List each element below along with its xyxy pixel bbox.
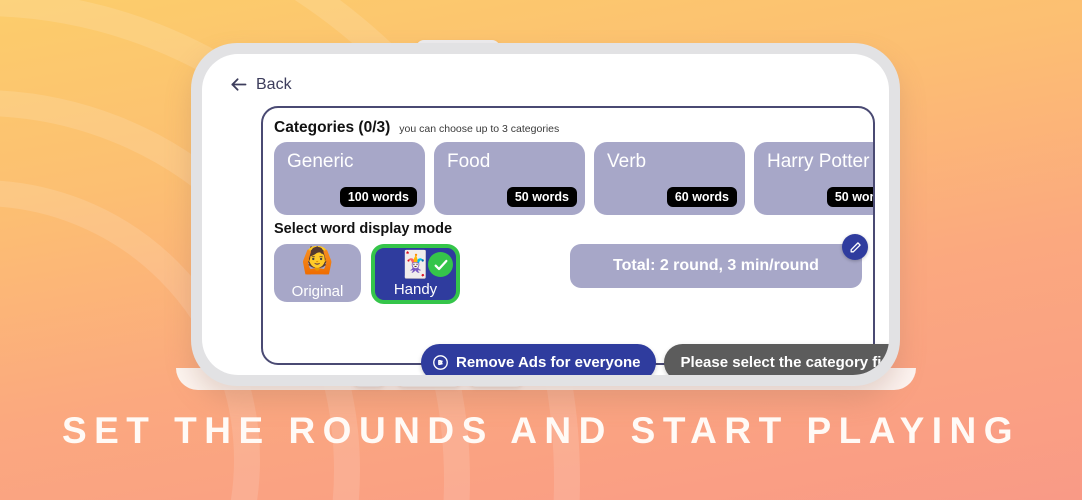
select-category-button[interactable]: Please select the category first. — [663, 344, 889, 375]
category-card[interactable]: Harry Potter 50 words — [754, 142, 873, 215]
poster-stage: Back Categories (0/3) you can choose up … — [0, 0, 1082, 500]
total-rounds-container: Total: 2 round, 3 min/round — [570, 234, 868, 288]
edit-rounds-button[interactable] — [842, 234, 868, 260]
categories-hint: you can choose up to 3 categories — [399, 123, 560, 135]
select-category-label: Please select the category first. — [680, 354, 889, 371]
category-name: Generic — [287, 151, 354, 172]
back-button[interactable]: Back — [228, 74, 292, 95]
total-rounds-pill[interactable]: Total: 2 round, 3 min/round — [570, 244, 862, 288]
categories-header: Categories (0/3) you can choose up to 3 … — [274, 119, 559, 137]
phone-device-frame: Back Categories (0/3) you can choose up … — [191, 43, 900, 386]
category-word-count-badge: 60 words — [666, 187, 737, 207]
category-name: Harry Potter — [767, 151, 870, 172]
display-mode-title: Select word display mode — [274, 221, 453, 237]
arrow-left-icon — [228, 74, 249, 95]
display-mode-option-original[interactable]: 🙆 Original — [274, 244, 361, 302]
category-card-list[interactable]: Generic 100 words Food 50 words Verb 60 … — [274, 142, 873, 215]
phone-screen: Back Categories (0/3) you can choose up … — [202, 54, 889, 375]
remove-ads-label: Remove Ads for everyone — [456, 354, 641, 371]
display-mode-option-handy[interactable]: 🃏 Handy — [371, 244, 460, 304]
category-name: Food — [447, 151, 491, 172]
category-card[interactable]: Generic 100 words — [274, 142, 425, 215]
pencil-icon — [849, 241, 862, 254]
display-mode-label: Original — [291, 283, 344, 300]
category-card[interactable]: Verb 60 words — [594, 142, 745, 215]
category-word-count-badge: 100 words — [339, 187, 417, 207]
poster-caption: SET THE ROUNDS AND START PLAYING — [61, 410, 1021, 451]
no-ads-icon — [432, 354, 449, 371]
categories-title: Categories (0/3) — [274, 119, 391, 136]
charades-person-icon: 🙆 — [301, 245, 334, 275]
check-icon — [428, 252, 453, 277]
display-mode-label: Handy — [393, 281, 438, 298]
back-label: Back — [256, 75, 292, 93]
category-name: Verb — [607, 151, 647, 172]
bottom-action-row: Remove Ads for everyone Please select th… — [421, 344, 889, 375]
remove-ads-button[interactable]: Remove Ads for everyone — [421, 344, 656, 375]
category-word-count-badge: 50 words — [826, 187, 873, 207]
category-word-count-badge: 50 words — [506, 187, 577, 207]
settings-panel: Categories (0/3) you can choose up to 3 … — [261, 106, 875, 365]
display-mode-options: 🙆 Original 🃏 Handy — [274, 244, 460, 304]
category-card[interactable]: Food 50 words — [434, 142, 585, 215]
